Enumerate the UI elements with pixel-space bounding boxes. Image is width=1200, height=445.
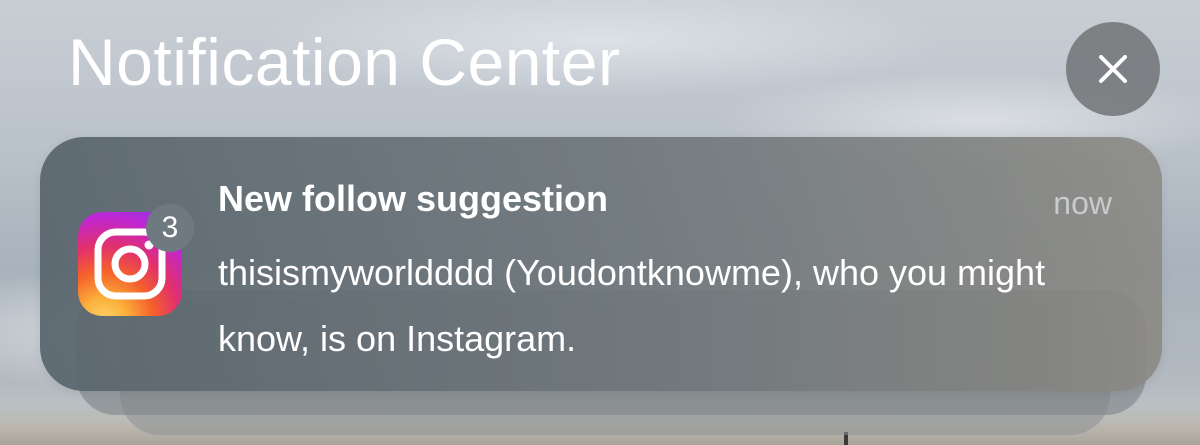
notification-title: New follow suggestion — [218, 178, 609, 219]
close-button[interactable] — [1066, 22, 1160, 116]
page-title: Notification Center — [68, 25, 621, 99]
notification-body: thisismyworldddd (Youdontknowme), who yo… — [218, 252, 1046, 359]
close-icon — [1095, 51, 1131, 87]
notification-time: now — [1053, 185, 1112, 221]
notification-count-badge: 3 — [146, 204, 194, 252]
